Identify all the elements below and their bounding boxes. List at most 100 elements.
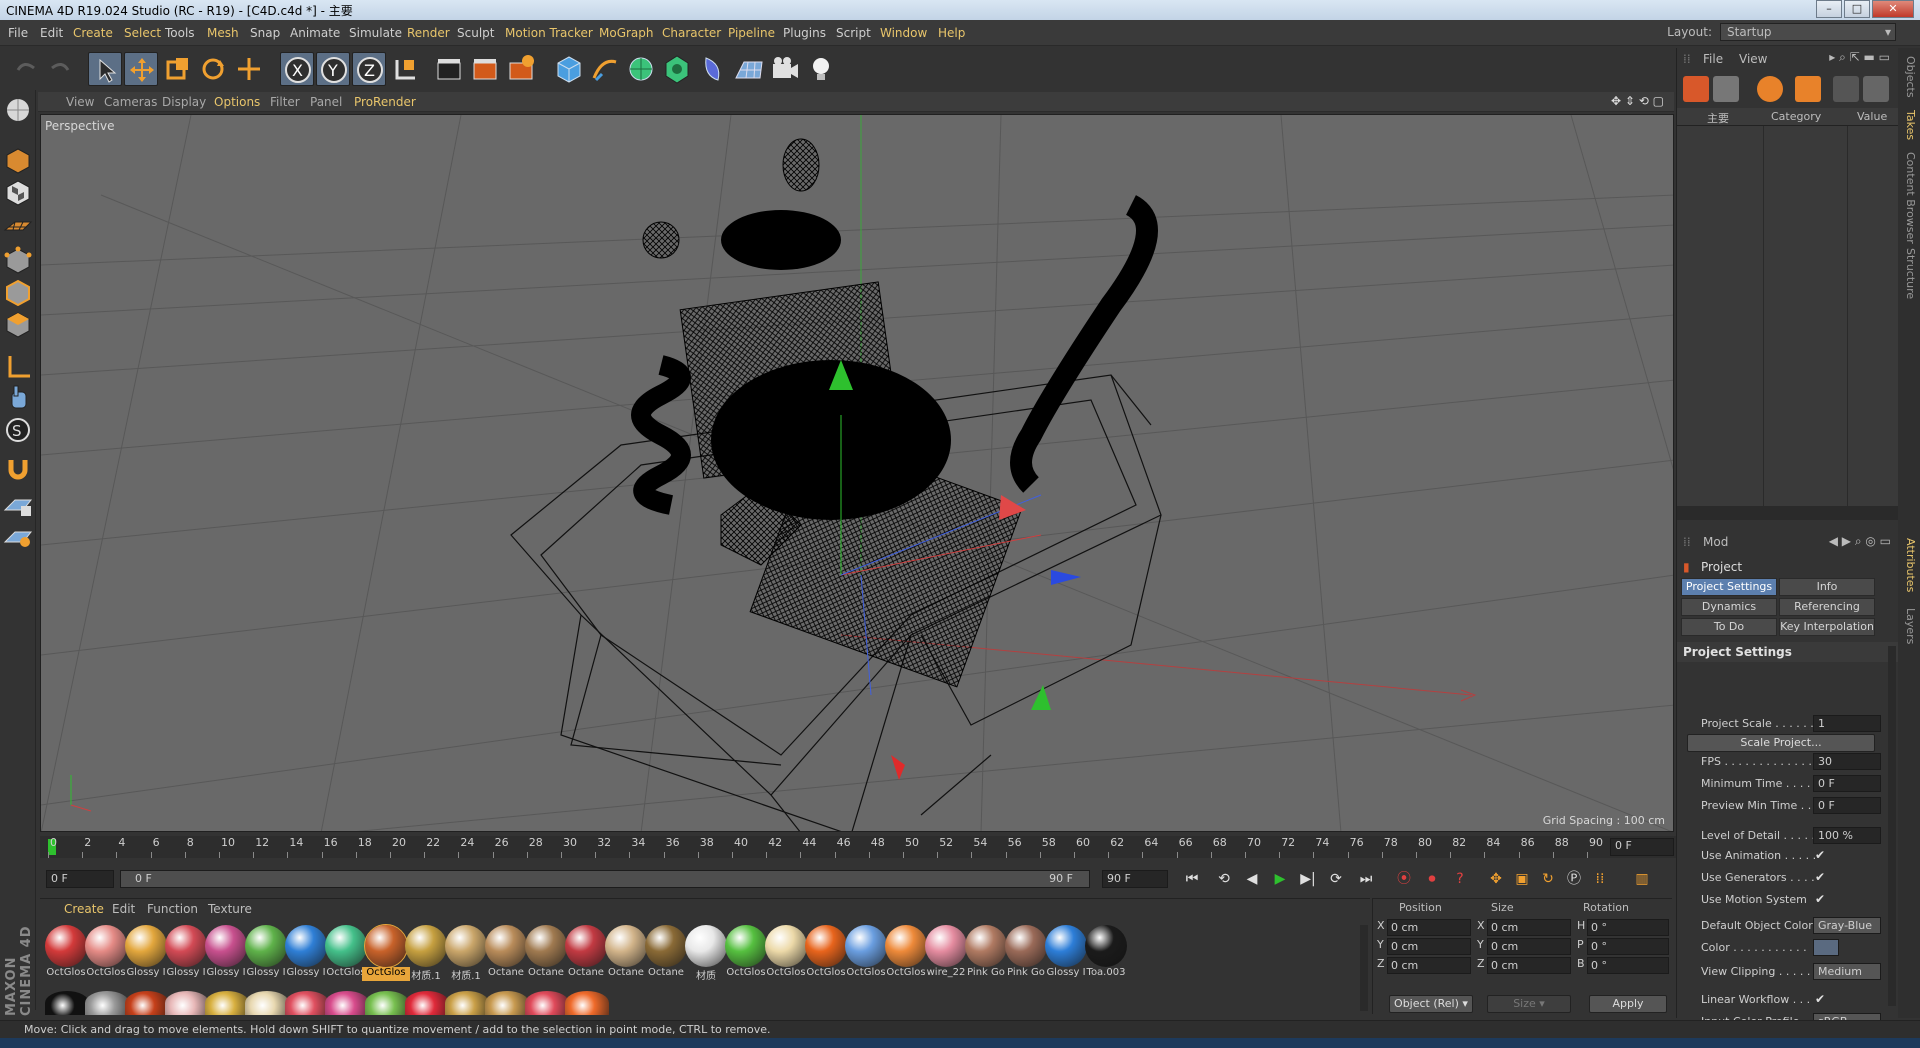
record-parameter-button[interactable]: Ⓟ [1562,868,1586,890]
tab-key-interpolation[interactable]: Key Interpolation [1779,618,1875,636]
add-cloner-button[interactable] [660,52,694,86]
rotate-tool-button[interactable] [196,52,230,86]
position-field[interactable]: 0 cm [1387,938,1471,955]
size-field[interactable]: 0 cm [1487,938,1571,955]
material-swatch[interactable] [165,991,209,1015]
apply-button[interactable]: Apply [1589,995,1667,1013]
record-scale-button[interactable]: ▣ [1510,868,1534,890]
menu-edit[interactable]: Edit [40,26,63,40]
add-cube-button[interactable] [552,52,586,86]
size-field[interactable]: 0 cm [1487,957,1571,974]
vp-menu-panel[interactable]: Panel [310,95,342,109]
add-floor-button[interactable] [732,52,766,86]
tab-info[interactable]: Info [1779,578,1875,596]
take-override-icon[interactable] [1757,76,1783,102]
move-tool-button[interactable] [124,52,158,86]
rotation-field[interactable]: 0 ° [1587,938,1669,955]
side-tab-objects[interactable]: Objects [1901,56,1917,98]
take-list[interactable] [1677,126,1899,506]
take-add-icon[interactable] [1683,76,1709,102]
polygons-mode-button[interactable] [3,310,33,338]
go-to-start-button[interactable]: ⏮ [1180,868,1204,890]
viewport-nav-icons[interactable]: ✥ ⇕ ⟲ ▢ [1611,94,1664,108]
undo-button[interactable] [8,52,42,86]
prev-keyframe-button[interactable]: ⟲ [1212,868,1236,890]
tab-referencing[interactable]: Referencing [1779,598,1875,616]
autokey-button[interactable]: ⏺ [1420,868,1444,890]
vp-menu-filter[interactable]: Filter [270,95,300,109]
material-swatch[interactable] [445,991,489,1015]
mat-menu-texture[interactable]: Texture [208,902,252,916]
scale-project-button[interactable]: Scale Project... [1687,734,1875,752]
vp-menu-options[interactable]: Options [214,95,260,109]
enable-snap-button[interactable] [3,454,33,482]
max-time-field[interactable]: 90 F [1102,870,1168,888]
obj-menu-file[interactable]: File [1703,52,1723,66]
vp-menu-display[interactable]: Display [162,95,206,109]
layout-dropdown[interactable]: Startup ▾ [1720,23,1896,41]
side-tab-content-browser[interactable]: Content Browser [1901,152,1917,244]
render-view-button[interactable] [432,52,466,86]
menu-tools[interactable]: Tools [165,26,195,40]
material-swatch[interactable] [285,991,329,1015]
make-editable-button[interactable] [3,96,33,124]
take-lock-icon[interactable] [1863,76,1889,102]
material-scrollbar[interactable] [1360,925,1368,1011]
points-mode-button[interactable] [3,246,33,274]
take-render-icon[interactable] [1833,76,1859,102]
record-pla-button[interactable]: ⁞⁞ [1588,868,1612,890]
record-rotation-button[interactable]: ↻ [1536,868,1560,890]
menu-mograph[interactable]: MoGraph [599,26,654,40]
render-settings-button[interactable] [504,52,538,86]
attribute-value-field[interactable] [1813,939,1839,956]
obj-menu-view[interactable]: View [1739,52,1767,66]
menu-render[interactable]: Render [407,26,450,40]
menu-file[interactable]: File [8,26,28,40]
planar-workplane-button[interactable] [3,522,33,550]
side-tab-structure[interactable]: Structure [1901,248,1917,299]
mat-menu-create[interactable]: Create [64,902,104,916]
minimize-button[interactable]: – [1816,0,1842,18]
material-swatch[interactable] [45,991,89,1015]
attribute-checkbox[interactable]: ✔ [1815,992,1825,1006]
menu-character[interactable]: Character [662,26,721,40]
object-manager-tool-icons[interactable]: ▸ ⌕ ⇱ ▬ ▭ [1829,50,1890,65]
material-swatch[interactable] [85,991,129,1015]
tweak-mode-button[interactable] [3,384,33,412]
x-axis-lock-button[interactable]: X [280,52,314,86]
menu-help[interactable]: Help [938,26,965,40]
play-button[interactable]: ▶ [1268,868,1292,890]
attribute-checkbox[interactable]: ✔ [1815,870,1825,884]
menu-plugins[interactable]: Plugins [783,26,826,40]
record-button[interactable]: ⦿ [1392,868,1416,890]
add-subdivision-button[interactable] [624,52,658,86]
material-swatch[interactable] [365,991,409,1015]
attribute-value-field[interactable]: 0 F [1813,775,1881,792]
scale-tool-button[interactable] [160,52,194,86]
material-swatch[interactable] [125,991,169,1015]
vp-menu-cameras[interactable]: Cameras [104,95,157,109]
position-field[interactable]: 0 cm [1387,957,1471,974]
attribute-value-field[interactable]: 30 [1813,753,1881,770]
side-tab-attributes[interactable]: Attributes [1901,538,1917,592]
locked-workplane-button[interactable] [3,490,33,518]
attribute-nav-icons[interactable]: ◀ ▶ ⌕ ◎ ▭ [1829,534,1891,549]
tab-dynamics[interactable]: Dynamics [1681,598,1777,616]
mat-menu-edit[interactable]: Edit [112,902,135,916]
side-tab-takes[interactable]: Takes [1901,110,1917,140]
coordinate-system-button[interactable] [388,52,422,86]
rotation-field[interactable]: 0 ° [1587,957,1669,974]
add-spline-button[interactable] [588,52,622,86]
go-to-end-button[interactable]: ⏭ [1354,868,1378,890]
min-time-field[interactable]: 0 F [46,870,114,888]
take-main-label[interactable]: 主要 [1707,110,1729,126]
y-axis-lock-button[interactable]: Y [316,52,350,86]
vp-menu-view[interactable]: View [66,95,94,109]
next-keyframe-button[interactable]: ⟳ [1324,868,1348,890]
attribute-value-field[interactable]: Medium [1813,963,1881,980]
menu-motion-tracker[interactable]: Motion Tracker [505,26,593,40]
attribute-value-field[interactable]: Gray-Blue [1813,917,1881,934]
attribute-value-field[interactable]: 1 [1813,715,1881,732]
axis-mode-button[interactable] [3,352,33,380]
add-deformer-button[interactable] [696,52,730,86]
